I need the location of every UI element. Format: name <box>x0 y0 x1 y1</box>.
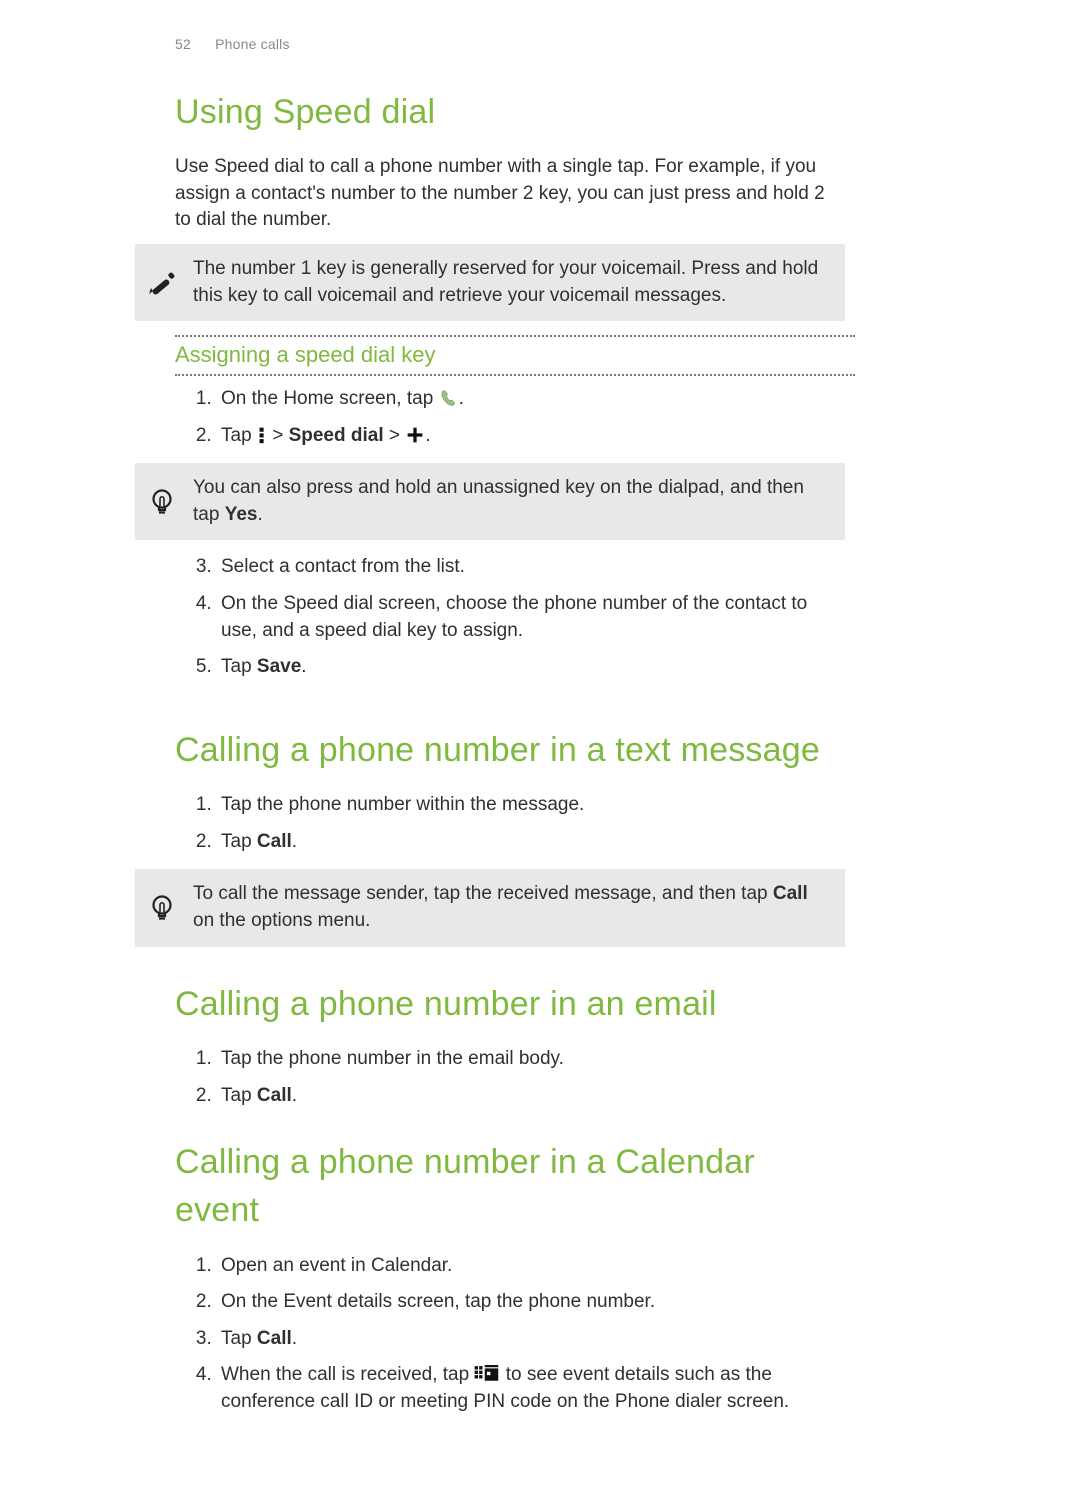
section-speed-dial: Using Speed dial Use Speed dial to call … <box>175 89 845 234</box>
list-item: Tap Save. <box>217 654 845 681</box>
bulb-icon <box>145 893 179 923</box>
intro-text: Use Speed dial to call a phone number wi… <box>175 154 845 234</box>
page-number: 52 <box>175 35 191 55</box>
heading-text-message: Calling a phone number in a text message <box>175 727 845 775</box>
list-item: On the Event details screen, tap the pho… <box>217 1289 845 1316</box>
steps-text-message: Tap the phone number within the message.… <box>175 792 845 855</box>
tip-text: To call the message sender, tap the rece… <box>193 881 829 934</box>
list-item: On the Home screen, tap . <box>217 386 845 413</box>
list-item: On the Speed dial screen, choose the pho… <box>217 591 845 644</box>
list-item: Tap the phone number within the message. <box>217 792 845 819</box>
list-item: When the call is received, tap to see ev… <box>217 1362 845 1415</box>
tip-unassigned-key: You can also press and hold an unassigne… <box>135 463 845 540</box>
section-email: Calling a phone number in an email Tap t… <box>175 981 845 1110</box>
steps-calendar: Open an event in Calendar. On the Event … <box>175 1253 845 1416</box>
page-header: 52 Phone calls <box>175 35 845 55</box>
section-text-message: Calling a phone number in a text message… <box>175 727 845 856</box>
menu-icon <box>257 426 267 444</box>
bulb-icon <box>145 487 179 517</box>
list-item: Tap Call. <box>217 1326 845 1353</box>
heading-email: Calling a phone number in an email <box>175 981 845 1029</box>
page-section: Phone calls <box>215 36 290 52</box>
note-voicemail: The number 1 key is generally reserved f… <box>135 244 845 321</box>
page: 52 Phone calls Using Speed dial Use Spee… <box>0 0 1080 1490</box>
steps-assign-key-cont: Select a contact from the list. On the S… <box>175 554 845 680</box>
list-item: Select a contact from the list. <box>217 554 845 581</box>
list-item: Open an event in Calendar. <box>217 1253 845 1280</box>
subheading-assign-key: Assigning a speed dial key <box>175 335 855 376</box>
phone-icon <box>439 389 459 407</box>
plus-icon <box>405 426 425 444</box>
section-calendar: Calling a phone number in a Calendar eve… <box>175 1139 845 1415</box>
list-item: Tap > Speed dial > . <box>217 423 845 450</box>
list-item: Tap Call. <box>217 829 845 856</box>
steps-email: Tap the phone number in the email body. … <box>175 1046 845 1109</box>
steps-assign-key: On the Home screen, tap . Tap > Speed di… <box>175 386 845 449</box>
tip-text: You can also press and hold an unassigne… <box>193 475 829 528</box>
tip-call-sender: To call the message sender, tap the rece… <box>135 869 845 946</box>
heading-speed-dial: Using Speed dial <box>175 89 845 137</box>
heading-calendar: Calling a phone number in a Calendar eve… <box>175 1139 845 1234</box>
note-text: The number 1 key is generally reserved f… <box>193 256 829 309</box>
list-item: Tap Call. <box>217 1083 845 1110</box>
list-item: Tap the phone number in the email body. <box>217 1046 845 1073</box>
dialer-calendar-icon <box>474 1365 500 1383</box>
pencil-icon <box>145 268 179 298</box>
